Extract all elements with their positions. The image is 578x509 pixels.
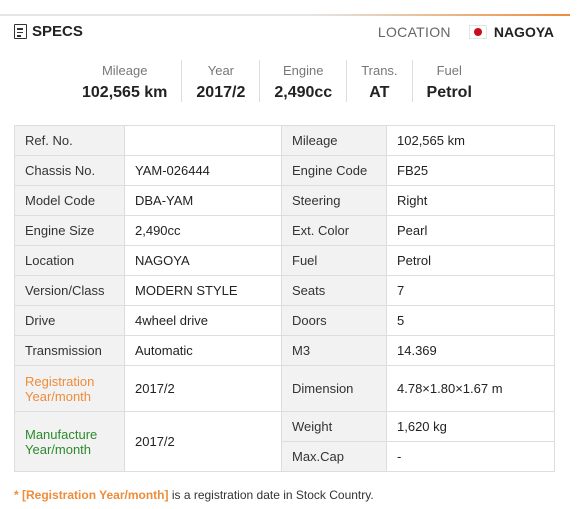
document-icon xyxy=(14,24,27,39)
location-value: NAGOYA xyxy=(493,24,554,40)
summary-label: Year xyxy=(207,63,235,78)
summary-value: 2017/2 xyxy=(196,84,246,101)
footnote-asterisk: * xyxy=(14,488,23,502)
spec-label: Fuel xyxy=(281,245,387,276)
spec-label: Max.Cap xyxy=(281,441,387,472)
spec-table: Ref. No. Mileage 102,565 km Chassis No. … xyxy=(14,125,555,472)
table-row: Transmission Automatic M3 14.369 xyxy=(14,335,555,366)
summary-value: 102,565 km xyxy=(82,84,168,101)
spec-value: - xyxy=(386,441,555,472)
summary-year: Year 2017/2 xyxy=(181,60,259,102)
spec-label: Engine Code xyxy=(281,155,387,186)
header-divider xyxy=(0,14,570,16)
spec-label: Doors xyxy=(281,305,387,336)
spec-value: YAM-026444 xyxy=(124,155,282,186)
specs-header: SPECS LOCATION NAGOYA xyxy=(0,0,570,48)
summary-mileage: Mileage 102,565 km xyxy=(82,60,181,102)
table-row: Manufacture Year/month 2017/2 Weight 1,6… xyxy=(14,411,555,472)
spec-value: FB25 xyxy=(386,155,555,186)
summary-fuel: Fuel Petrol xyxy=(411,60,486,102)
spec-label: Engine Size xyxy=(14,215,125,246)
summary-label: Mileage xyxy=(101,63,148,78)
spec-label: Chassis No. xyxy=(14,155,125,186)
footnote-text: is a registration date in Stock Country. xyxy=(168,488,374,502)
summary-engine: Engine 2,490cc xyxy=(259,60,346,102)
spec-label: M3 xyxy=(281,335,387,366)
table-row: Ref. No. Mileage 102,565 km xyxy=(14,125,555,156)
spec-label: Drive xyxy=(14,305,125,336)
spec-summary: Mileage 102,565 km Year 2017/2 Engine 2,… xyxy=(82,60,486,102)
spec-value: DBA-YAM xyxy=(124,185,282,216)
summary-value: 2,490cc xyxy=(274,84,333,101)
spec-value: MODERN STYLE xyxy=(124,275,282,306)
spec-label: Dimension xyxy=(281,365,387,412)
spec-label: Seats xyxy=(281,275,387,306)
spec-value: 5 xyxy=(386,305,555,336)
japan-flag-icon xyxy=(468,25,487,39)
table-row: Chassis No. YAM-026444 Engine Code FB25 xyxy=(14,155,555,186)
spec-label: Version/Class xyxy=(14,275,125,306)
spec-value: Automatic xyxy=(124,335,282,366)
spec-value: Pearl xyxy=(386,215,555,246)
summary-value: Petrol xyxy=(426,84,472,101)
spec-label: Mileage xyxy=(281,125,387,156)
registration-year-label: Registration Year/month xyxy=(14,365,125,412)
footnote-highlight: [Registration Year/month] xyxy=(22,488,169,502)
table-row: Version/Class MODERN STYLE Seats 7 xyxy=(14,275,555,306)
spec-value: 2,490cc xyxy=(124,215,282,246)
spec-label: Transmission xyxy=(14,335,125,366)
table-row: Registration Year/month 2017/2 Dimension… xyxy=(14,365,555,412)
spec-value: 14.369 xyxy=(386,335,555,366)
spec-value: 4.78×1.80×1.67 m xyxy=(386,365,555,412)
summary-transmission: Trans. AT xyxy=(346,60,411,102)
table-row: Drive 4wheel drive Doors 5 xyxy=(14,305,555,336)
manufacture-year-label: Manufacture Year/month xyxy=(14,411,125,472)
spec-label: Steering xyxy=(281,185,387,216)
spec-value xyxy=(124,125,282,156)
spec-value: NAGOYA xyxy=(124,245,282,276)
spec-label: Ref. No. xyxy=(14,125,125,156)
spec-label: Location xyxy=(14,245,125,276)
spec-label: Model Code xyxy=(14,185,125,216)
specs-title-text: SPECS xyxy=(32,23,83,40)
spec-value: Petrol xyxy=(386,245,555,276)
spec-value: 2017/2 xyxy=(124,365,282,412)
summary-value: AT xyxy=(369,84,390,101)
location-label: LOCATION xyxy=(377,24,451,40)
location-block: LOCATION NAGOYA xyxy=(378,24,554,40)
footnote: * [Registration Year/month] is a registr… xyxy=(14,488,374,502)
spec-value: 2017/2 xyxy=(124,411,282,472)
summary-label: Trans. xyxy=(361,63,398,78)
summary-label: Fuel xyxy=(436,63,462,78)
table-row: Model Code DBA-YAM Steering Right xyxy=(14,185,555,216)
table-row: Location NAGOYA Fuel Petrol xyxy=(14,245,555,276)
spec-value: 4wheel drive xyxy=(124,305,282,336)
spec-label: Ext. Color xyxy=(281,215,387,246)
specs-title: SPECS xyxy=(14,23,83,40)
table-row: Engine Size 2,490cc Ext. Color Pearl xyxy=(14,215,555,246)
spec-value: 7 xyxy=(386,275,555,306)
summary-label: Engine xyxy=(283,63,324,78)
spec-label: Weight xyxy=(281,411,387,442)
spec-value: Right xyxy=(386,185,555,216)
spec-value: 1,620 kg xyxy=(386,411,555,442)
spec-value: 102,565 km xyxy=(386,125,555,156)
